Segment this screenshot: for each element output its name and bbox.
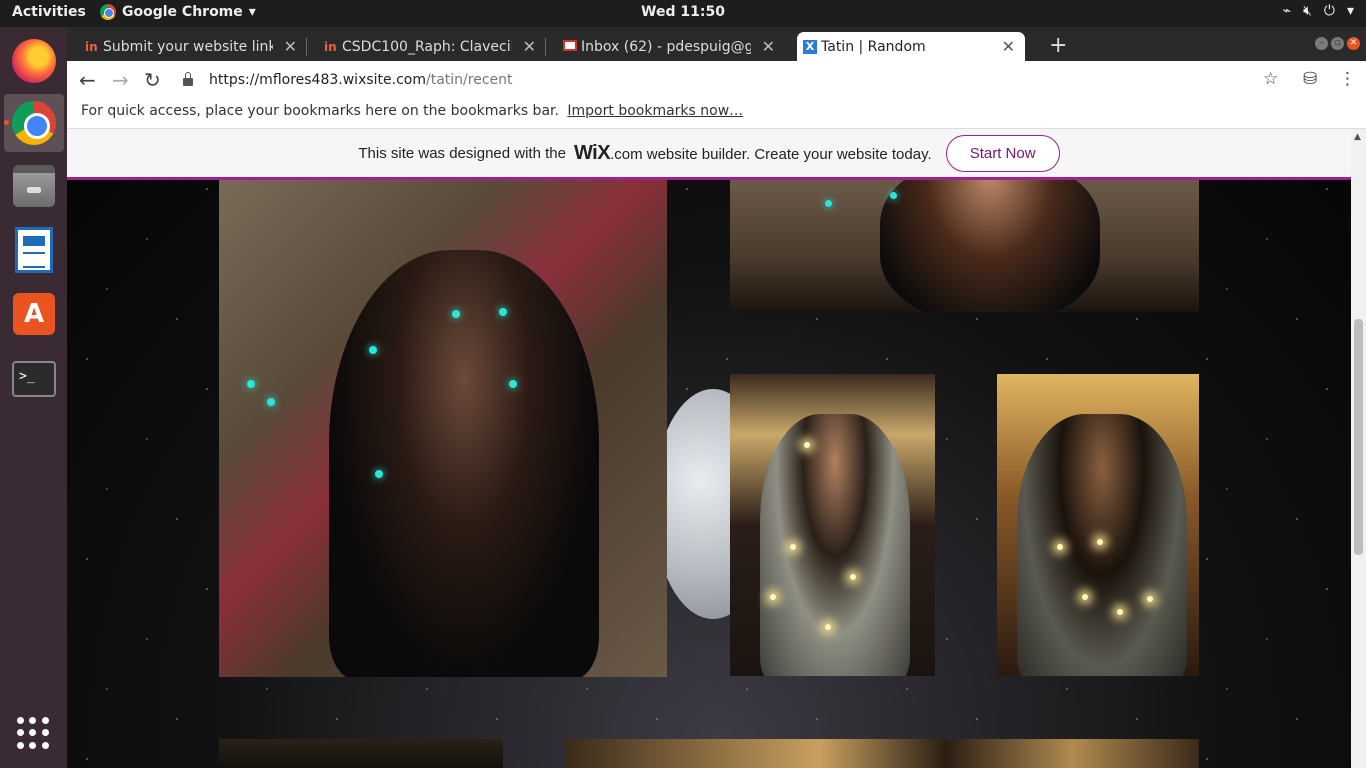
forward-icon[interactable]: → <box>112 68 129 92</box>
dock-files[interactable] <box>4 157 64 215</box>
in-favicon-icon: in <box>85 39 98 54</box>
back-icon[interactable]: ← <box>79 68 96 92</box>
lock-icon <box>183 72 193 86</box>
tab-submit-links[interactable]: in Submit your website links ✕ <box>79 32 307 61</box>
wix-icon: X <box>803 39 817 54</box>
clock[interactable]: Wed 11:50 <box>0 4 1366 20</box>
photo-subject <box>1017 414 1187 676</box>
bookmarks-prompt: For quick access, place your bookmarks h… <box>81 103 559 119</box>
import-bookmarks-link[interactable]: Import bookmarks now… <box>567 103 743 119</box>
tab-tatin-random[interactable]: X Tatin | Random ✕ <box>797 32 1025 61</box>
incognito-icon[interactable]: ⛁ <box>1303 69 1317 89</box>
maximize-icon[interactable]: ▫ <box>1331 37 1344 50</box>
address-bar[interactable]: https://mflores483.wixsite.com/tatin/rec… <box>183 67 1223 93</box>
tab-title: Tatin | Random <box>821 38 926 55</box>
wix-banner-text: This site was designed with the <box>358 144 566 162</box>
close-icon[interactable]: ✕ <box>284 37 297 56</box>
bookmarks-bar: For quick access, place your bookmarks h… <box>67 99 1366 129</box>
chrome-icon <box>12 101 56 145</box>
url-path: /tatin/recent <box>426 72 513 88</box>
files-icon <box>13 165 55 207</box>
chrome-window: in Submit your website links ✕ in CSDC10… <box>67 27 1366 768</box>
gmail-icon <box>563 39 577 54</box>
tab-title: CSDC100_Raph: Clavecilla <box>342 38 512 55</box>
network-icon: ⌁ <box>1282 3 1292 19</box>
photo-subject <box>760 414 910 676</box>
chevron-down-icon: ▾ <box>1346 3 1354 19</box>
photo-boy-with-fairy-lights[interactable] <box>730 374 935 676</box>
terminal-icon: >_ <box>12 361 56 397</box>
scroll-up-icon[interactable]: ▲ <box>1354 132 1361 142</box>
scrollbar-thumb[interactable] <box>1354 319 1363 555</box>
close-icon[interactable]: ✕ <box>523 37 536 56</box>
window-controls: – ▫ ✕ <box>1315 37 1360 50</box>
new-tab-button[interactable]: + <box>1049 33 1067 58</box>
dock-terminal[interactable]: >_ <box>4 350 64 408</box>
wix-logo: WiX <box>573 141 611 164</box>
page-scrollbar[interactable]: ▲ <box>1351 129 1366 768</box>
show-applications-button[interactable] <box>17 717 49 749</box>
tab-strip: in Submit your website links ✕ in CSDC10… <box>67 27 1366 61</box>
photo-subject <box>329 250 599 677</box>
close-icon[interactable]: ✕ <box>1002 37 1015 56</box>
photo-bottom-left[interactable] <box>219 739 503 768</box>
dock-software[interactable]: A <box>4 285 64 343</box>
libreoffice-writer-icon <box>15 227 53 273</box>
software-store-icon: A <box>13 293 55 335</box>
minimize-icon[interactable]: – <box>1315 37 1328 50</box>
dock-firefox[interactable] <box>4 32 64 90</box>
tab-title: Submit your website links <box>103 38 273 55</box>
browser-toolbar: ← → ↻ https://mflores483.wixsite.com/tat… <box>67 61 1366 99</box>
reload-icon[interactable]: ↻ <box>144 68 161 92</box>
photo-girl-with-fairy-lights[interactable] <box>997 374 1199 676</box>
running-indicator <box>4 120 9 125</box>
menu-icon[interactable]: ⋮ <box>1339 69 1356 89</box>
system-tray[interactable]: ⌁ 🔇︎ ⏻ ▾ <box>1283 3 1354 19</box>
url-host: https://mflores483.wixsite.com <box>209 72 426 88</box>
photo-subject <box>880 180 1100 312</box>
photo-girl-with-lights-cropped[interactable] <box>730 180 1199 312</box>
dock-chrome[interactable] <box>4 94 64 152</box>
gnome-top-bar: Activities Google Chrome ▾ Wed 11:50 ⌁ 🔇… <box>0 0 1366 27</box>
firefox-icon <box>12 39 56 83</box>
tab-inbox[interactable]: Inbox (62) - pdespuig@gb ✕ <box>557 32 785 61</box>
dock-writer[interactable] <box>4 221 64 279</box>
dock: A >_ <box>0 27 67 768</box>
volume-icon: 🔇︎ <box>1303 3 1312 19</box>
tab-title: Inbox (62) - pdespuig@gb <box>581 38 751 55</box>
power-icon: ⏻ <box>1323 3 1335 19</box>
wix-promo-banner: This site was designed with the WiX .com… <box>67 129 1351 180</box>
photo-bottom-right[interactable] <box>566 739 1199 768</box>
bookmark-star-icon[interactable]: ☆ <box>1263 69 1278 89</box>
close-icon[interactable]: ✕ <box>762 37 775 56</box>
photo-girl-with-teal-lights[interactable] <box>219 180 667 677</box>
web-page: This site was designed with the WiX .com… <box>67 129 1366 768</box>
wix-banner-text-after: .com website builder. Create your websit… <box>610 145 932 163</box>
tab-csdc100[interactable]: in CSDC100_Raph: Clavecilla ✕ <box>318 32 546 61</box>
in-favicon-icon: in <box>324 39 337 54</box>
start-now-button[interactable]: Start Now <box>945 134 1060 172</box>
close-window-icon[interactable]: ✕ <box>1347 37 1360 50</box>
